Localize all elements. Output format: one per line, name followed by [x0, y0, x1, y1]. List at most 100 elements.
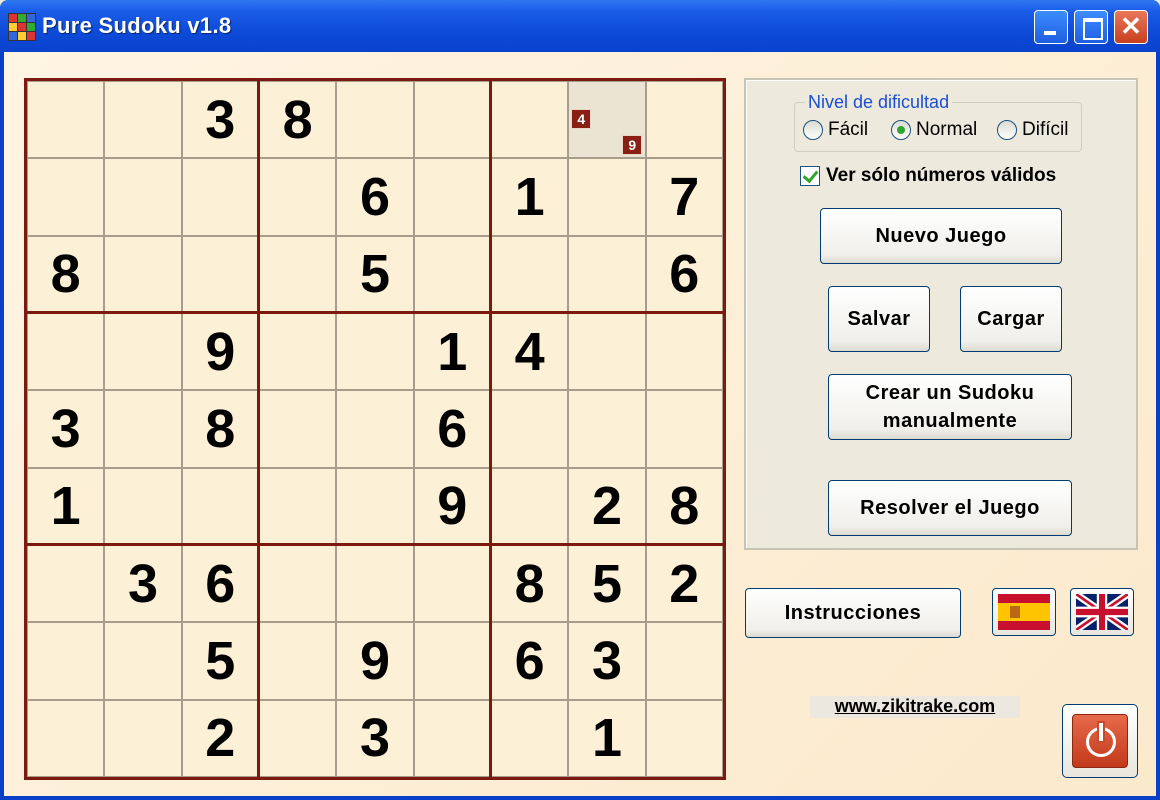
sudoku-cell[interactable]	[490, 81, 569, 159]
sudoku-cell[interactable]	[258, 544, 337, 623]
sudoku-cell[interactable]	[27, 544, 105, 623]
minimize-button[interactable]	[1034, 10, 1068, 44]
sudoku-cell[interactable]	[645, 390, 723, 468]
sudoku-cell[interactable]: 3	[336, 699, 414, 777]
sudoku-cell[interactable]: 2	[568, 467, 646, 545]
sudoku-cell[interactable]	[645, 81, 723, 159]
sudoku-cell[interactable]	[104, 81, 182, 159]
sudoku-cell[interactable]: 1	[568, 699, 646, 777]
sudoku-cell[interactable]	[104, 312, 182, 391]
website-link[interactable]: www.zikitrake.com	[810, 696, 1020, 718]
sudoku-cell[interactable]	[645, 312, 723, 391]
sudoku-cell[interactable]	[413, 622, 491, 700]
sudoku-cell[interactable]	[258, 158, 337, 236]
sudoku-cell[interactable]: 3	[104, 544, 182, 623]
sudoku-cell[interactable]: 5	[568, 544, 646, 623]
sudoku-cell[interactable]: 4	[490, 312, 569, 391]
sudoku-cell[interactable]	[258, 699, 337, 777]
sudoku-cell[interactable]	[104, 622, 182, 700]
sudoku-cell[interactable]: 6	[490, 622, 569, 700]
sudoku-cell[interactable]	[413, 699, 491, 777]
candidate-hint[interactable]: 4	[571, 109, 592, 129]
sudoku-cell[interactable]: 8	[490, 544, 569, 623]
sudoku-cell[interactable]: 8	[258, 81, 337, 159]
sudoku-cell[interactable]	[104, 235, 182, 313]
spanish-language-button[interactable]	[992, 588, 1056, 636]
sudoku-cell[interactable]: 3	[568, 622, 646, 700]
sudoku-cell[interactable]: 9	[181, 312, 259, 391]
sudoku-cell[interactable]	[181, 158, 259, 236]
valid-numbers-checkbox[interactable]: Ver sólo números válidos	[800, 165, 1056, 187]
sudoku-cell[interactable]	[258, 622, 337, 700]
close-button[interactable]: ✕	[1114, 10, 1148, 44]
sudoku-cell[interactable]	[27, 699, 105, 777]
sudoku-cell[interactable]	[490, 699, 569, 777]
sudoku-cell[interactable]: 6	[413, 390, 491, 468]
sudoku-cell[interactable]	[258, 312, 337, 391]
sudoku-cell[interactable]	[568, 158, 646, 236]
sudoku-cell[interactable]	[104, 699, 182, 777]
english-language-button[interactable]	[1070, 588, 1134, 636]
sudoku-cell[interactable]: 5	[181, 622, 259, 700]
sudoku-cell[interactable]	[258, 390, 337, 468]
sudoku-cell[interactable]: 1	[490, 158, 569, 236]
sudoku-cell[interactable]: 49	[568, 81, 646, 159]
sudoku-cell[interactable]	[645, 699, 723, 777]
sudoku-cell[interactable]	[27, 622, 105, 700]
sudoku-cell[interactable]: 3	[27, 390, 105, 468]
title-bar[interactable]: Pure Sudoku v1.8 ✕	[0, 0, 1160, 52]
sudoku-cell[interactable]: 9	[413, 467, 491, 545]
sudoku-cell[interactable]: 2	[645, 544, 723, 623]
solve-button[interactable]: Resolver el Juego	[828, 480, 1072, 536]
sudoku-cell[interactable]	[645, 622, 723, 700]
sudoku-cell[interactable]: 9	[336, 622, 414, 700]
sudoku-cell[interactable]	[568, 312, 646, 391]
sudoku-cell[interactable]	[27, 81, 105, 159]
sudoku-cell[interactable]: 6	[645, 235, 723, 313]
sudoku-cell[interactable]: 2	[181, 699, 259, 777]
difficulty-radio-easy[interactable]: Fácil	[803, 119, 868, 141]
difficulty-radio-normal[interactable]: Normal	[891, 119, 977, 141]
sudoku-cell[interactable]: 6	[181, 544, 259, 623]
sudoku-cell[interactable]	[181, 235, 259, 313]
new-game-button[interactable]: Nuevo Juego	[820, 208, 1062, 264]
sudoku-cell[interactable]	[104, 390, 182, 468]
instructions-button[interactable]: Instrucciones	[745, 588, 961, 638]
sudoku-cell[interactable]	[413, 235, 491, 313]
sudoku-cell[interactable]	[104, 467, 182, 545]
save-button[interactable]: Salvar	[828, 286, 930, 352]
sudoku-cell[interactable]	[181, 467, 259, 545]
maximize-button[interactable]	[1074, 10, 1108, 44]
sudoku-cell[interactable]	[27, 158, 105, 236]
sudoku-cell[interactable]: 1	[413, 312, 491, 391]
sudoku-cell[interactable]: 1	[27, 467, 105, 545]
sudoku-cell[interactable]	[336, 312, 414, 391]
difficulty-radio-hard[interactable]: Difícil	[997, 119, 1068, 141]
sudoku-cell[interactable]	[336, 390, 414, 468]
sudoku-cell[interactable]	[490, 235, 569, 313]
sudoku-cell[interactable]	[490, 467, 569, 545]
sudoku-cell[interactable]	[104, 158, 182, 236]
sudoku-cell[interactable]	[413, 544, 491, 623]
sudoku-cell[interactable]	[568, 390, 646, 468]
sudoku-cell[interactable]	[336, 467, 414, 545]
sudoku-cell[interactable]	[413, 158, 491, 236]
sudoku-cell[interactable]	[568, 235, 646, 313]
candidate-hint[interactable]: 9	[622, 135, 643, 155]
sudoku-cell[interactable]	[413, 81, 491, 159]
exit-button[interactable]	[1062, 704, 1138, 778]
sudoku-cell[interactable]	[490, 390, 569, 468]
sudoku-cell[interactable]	[336, 81, 414, 159]
sudoku-cell[interactable]	[27, 312, 105, 391]
sudoku-cell[interactable]: 8	[645, 467, 723, 545]
sudoku-cell[interactable]: 3	[181, 81, 259, 159]
sudoku-cell[interactable]: 8	[181, 390, 259, 468]
sudoku-cell[interactable]: 7	[645, 158, 723, 236]
sudoku-cell[interactable]: 5	[336, 235, 414, 313]
sudoku-cell[interactable]	[258, 467, 337, 545]
load-button[interactable]: Cargar	[960, 286, 1062, 352]
sudoku-cell[interactable]	[258, 235, 337, 313]
sudoku-cell[interactable]	[336, 544, 414, 623]
sudoku-cell[interactable]: 8	[27, 235, 105, 313]
sudoku-cell[interactable]: 6	[336, 158, 414, 236]
